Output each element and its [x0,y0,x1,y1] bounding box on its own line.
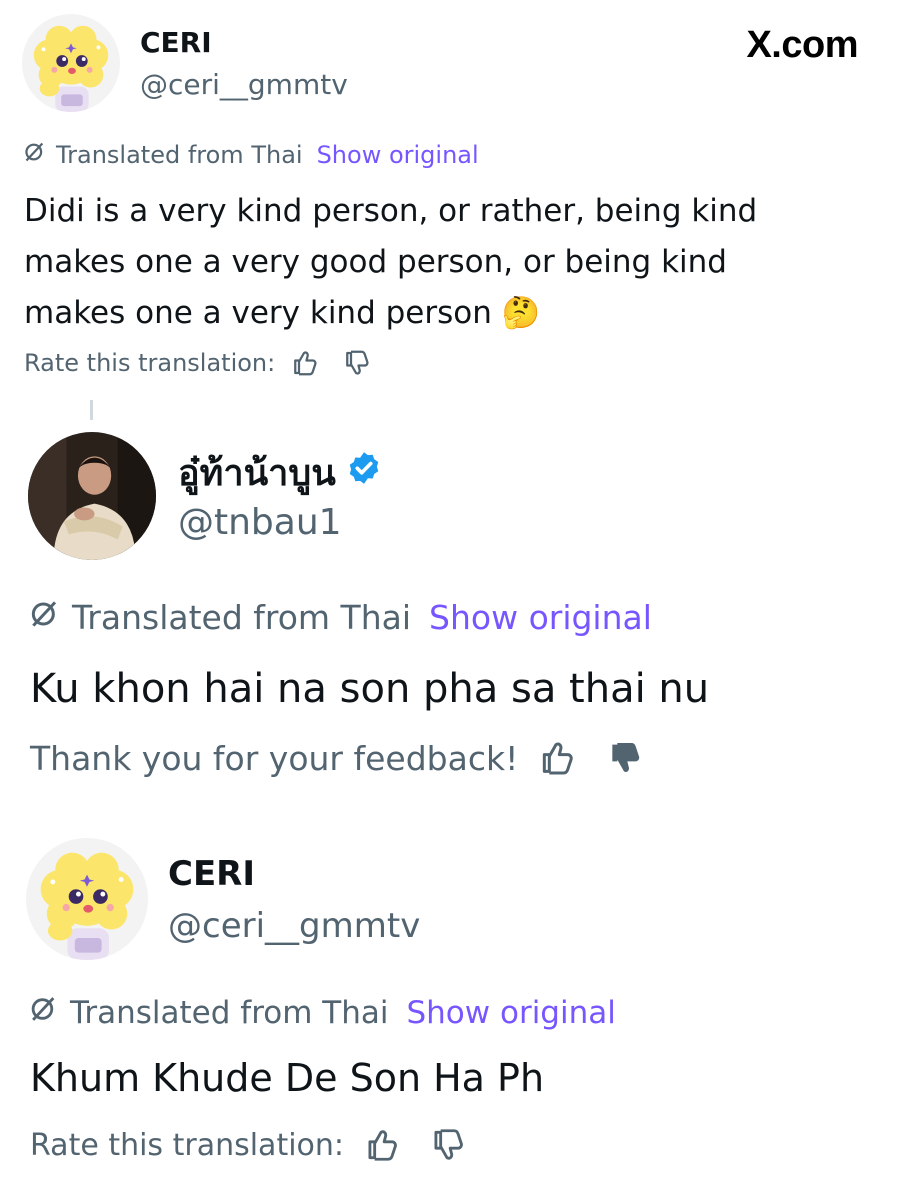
translate-icon [30,598,60,637]
translation-row: Translated from Thai Show original [30,995,616,1031]
translated-label: Translated from Thai [72,598,412,637]
thread-line [90,400,93,420]
tweet-text: Didi is a very kind person, or rather, b… [24,193,758,331]
display-name-row: อู๋ท้าน้าบูน [178,444,382,501]
profile-photo [28,432,156,560]
display-name[interactable]: CERI [140,26,212,59]
avatar[interactable] [22,14,120,112]
thumbs-down-icon[interactable] [428,1126,466,1164]
translated-label: Translated from Thai [70,995,389,1031]
user-handle[interactable]: @ceri__gmmtv [140,68,348,101]
rating-row: Thank you for your feedback! [30,738,644,778]
thumbs-up-icon[interactable] [289,348,319,378]
mascot-avatar-icon [26,838,148,960]
tweet-text: Ku khon hai na son pha sa thai nu [30,666,710,712]
translate-icon [30,995,58,1031]
translation-row: Translated from Thai Show original [24,141,479,169]
rating-row: Rate this translation: [24,348,371,378]
rating-row: Rate this translation: [30,1126,466,1164]
site-label: X.com [746,24,858,66]
thumbs-up-icon[interactable] [536,738,576,778]
user-handle[interactable]: @tnbau1 [178,502,342,543]
rating-label: Rate this translation: [24,349,276,377]
show-original-link[interactable]: Show original [429,598,652,637]
translation-row: Translated from Thai Show original [30,598,652,637]
thumbs-down-filled-icon[interactable] [604,738,644,778]
show-original-link[interactable]: Show original [317,141,479,169]
avatar[interactable] [26,838,148,960]
rating-label: Rate this translation: [30,1127,345,1163]
display-name[interactable]: อู๋ท้าน้าบูน [178,444,336,501]
translate-icon [24,141,46,169]
tweet-text: Khum Khude De Son Ha Ph [30,1056,545,1100]
show-original-link[interactable]: Show original [406,995,615,1031]
display-name[interactable]: CERI [168,854,255,894]
verified-badge-icon [346,450,382,495]
feedback-label: Thank you for your feedback! [30,738,519,778]
user-handle[interactable]: @ceri__gmmtv [168,906,420,946]
thumbs-down-icon[interactable] [341,348,371,378]
translated-label: Translated from Thai [56,141,303,169]
mascot-avatar-icon [22,14,120,112]
thumbs-up-icon[interactable] [362,1126,400,1164]
avatar[interactable] [28,432,156,560]
